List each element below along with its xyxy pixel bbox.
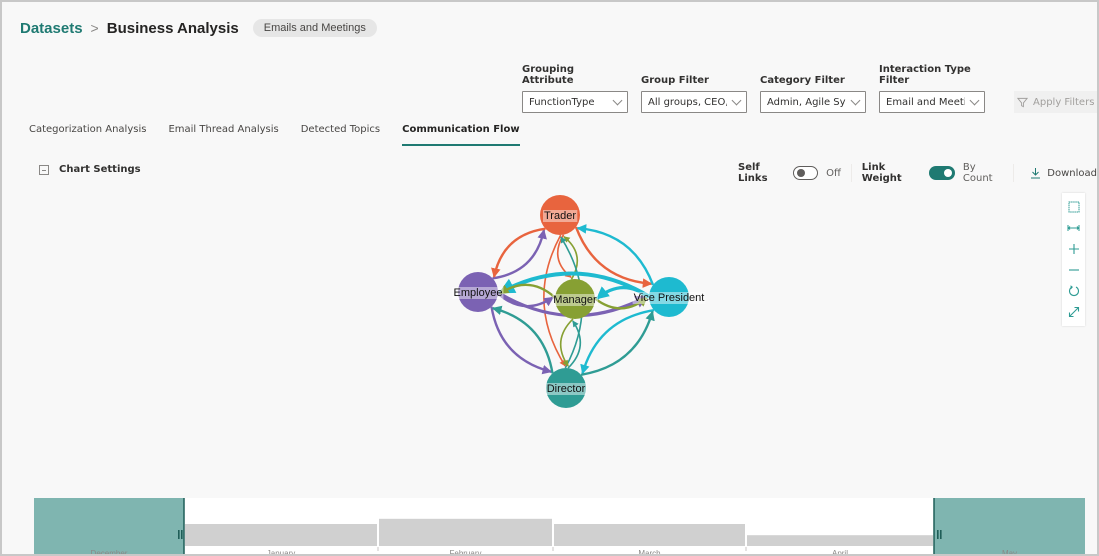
self-links-label: Self Links [738, 162, 768, 184]
breadcrumb: Datasets > Business Analysis Emails and … [20, 19, 377, 37]
timeline-month-label: March [638, 549, 660, 556]
breadcrumb-separator: > [90, 20, 99, 36]
dropdown-value: All groups, CEO, ... [648, 96, 727, 108]
filter-label: Group Filter [641, 75, 709, 86]
chevron-down-icon [731, 95, 742, 105]
download-button[interactable]: Download [1024, 167, 1097, 179]
edge-director-to-employee[interactable] [491, 305, 554, 374]
tab-communication-flow[interactable]: Communication Flow [402, 124, 520, 146]
edge-director-to-vp[interactable] [580, 310, 655, 376]
grouping-attribute-dropdown[interactable]: FunctionType [522, 91, 628, 113]
divider [850, 164, 852, 182]
chart-settings-label: Chart Settings [59, 164, 141, 175]
timeline-excluded-range-right [934, 498, 1085, 554]
grouping-attribute-filter: Grouping Attribute FunctionType [522, 64, 628, 113]
download-icon [1031, 168, 1041, 179]
filter-label: Category Filter [760, 75, 845, 86]
node-label: Vice President [634, 292, 705, 304]
tab-email-thread-analysis[interactable]: Email Thread Analysis [168, 124, 278, 146]
chart-settings-toggle[interactable]: Chart Settings [39, 164, 141, 175]
timeline-excluded-range-left [34, 498, 184, 554]
edge-vp-to-director[interactable] [580, 309, 655, 375]
category-filter: Category Filter Admin, Agile Syn... [760, 75, 866, 113]
node-label: Director [547, 383, 586, 395]
chevron-down-icon [612, 95, 623, 105]
timeline-bar-april [747, 535, 933, 546]
timeline-month-label: May [1002, 549, 1017, 556]
link-weight-label: Link Weight [861, 162, 902, 184]
breadcrumb-datasets-link[interactable]: Datasets [20, 20, 83, 37]
node-label: Employee [454, 287, 503, 299]
node-trader[interactable]: Trader [540, 195, 580, 235]
toggle-knob [943, 169, 952, 177]
link-weight-control: Link Weight By Count [862, 162, 1014, 184]
category-filter-dropdown[interactable]: Admin, Agile Syn... [760, 91, 866, 113]
filter-bar: Grouping Attribute FunctionType Group Fi… [522, 64, 1097, 113]
dataset-type-badge: Emails and Meetings [252, 19, 377, 37]
timeline-bar-february [379, 518, 552, 546]
chart-controls: Self Links Off Link Weight By Count Down… [738, 162, 1097, 184]
timeline-bar-march [554, 524, 745, 546]
timeline-month-label: January [267, 549, 295, 556]
timeline-month-label: December [91, 549, 128, 556]
edge-director-to-manager[interactable] [567, 320, 581, 369]
edge-manager-to-director[interactable] [560, 318, 574, 367]
analysis-tabs: Categorization Analysis Email Thread Ana… [29, 124, 520, 146]
group-filter-dropdown[interactable]: All groups, CEO, ... [641, 91, 747, 113]
filter-icon [1017, 97, 1029, 107]
filter-label: Interaction Type Filter [879, 64, 971, 86]
group-filter: Group Filter All groups, CEO, ... [641, 75, 747, 113]
node-label: Manager [553, 294, 597, 306]
interaction-type-dropdown[interactable]: Email and Meeti... [879, 91, 985, 113]
node-label: Trader [544, 210, 576, 222]
apply-filters-button[interactable]: Apply Filters [1014, 91, 1097, 113]
chevron-down-icon [850, 95, 861, 105]
page-title: Business Analysis [106, 19, 239, 37]
filter-label: Grouping Attribute [522, 64, 574, 86]
interaction-type-filter: Interaction Type Filter Email and Meeti.… [879, 64, 999, 113]
timeline-bar-january [185, 524, 377, 546]
self-links-control: Self Links Off [738, 162, 851, 184]
collapse-icon [39, 164, 49, 175]
timeline-brush[interactable]: December January February March April May [34, 498, 1085, 556]
dropdown-value: FunctionType [529, 96, 595, 108]
self-links-state: Off [826, 167, 841, 179]
edge-employee-to-director[interactable] [490, 306, 553, 375]
dropdown-value: Admin, Agile Syn... [767, 96, 846, 108]
timeline-month-label: April [832, 549, 848, 556]
toggle-knob [796, 169, 805, 177]
timeline-chart[interactable]: December January February March April May [34, 498, 1085, 556]
link-weight-toggle[interactable] [929, 166, 955, 180]
app-frame: Datasets > Business Analysis Emails and … [0, 0, 1099, 556]
divider [1013, 164, 1015, 182]
tab-detected-topics[interactable]: Detected Topics [301, 124, 380, 146]
node-director[interactable]: Director [545, 368, 587, 408]
apply-filters-label: Apply Filters [1033, 96, 1095, 108]
download-label: Download [1047, 167, 1097, 179]
tab-categorization-analysis[interactable]: Categorization Analysis [29, 124, 146, 146]
chevron-down-icon [969, 95, 980, 105]
timeline-month-label: February [449, 549, 481, 556]
dropdown-value: Email and Meeti... [886, 96, 965, 108]
self-links-toggle[interactable] [792, 166, 819, 180]
communication-flow-graph[interactable]: Trader Employee Manager Vice President Direc… [2, 187, 1099, 417]
link-weight-state: By Count [962, 162, 993, 184]
